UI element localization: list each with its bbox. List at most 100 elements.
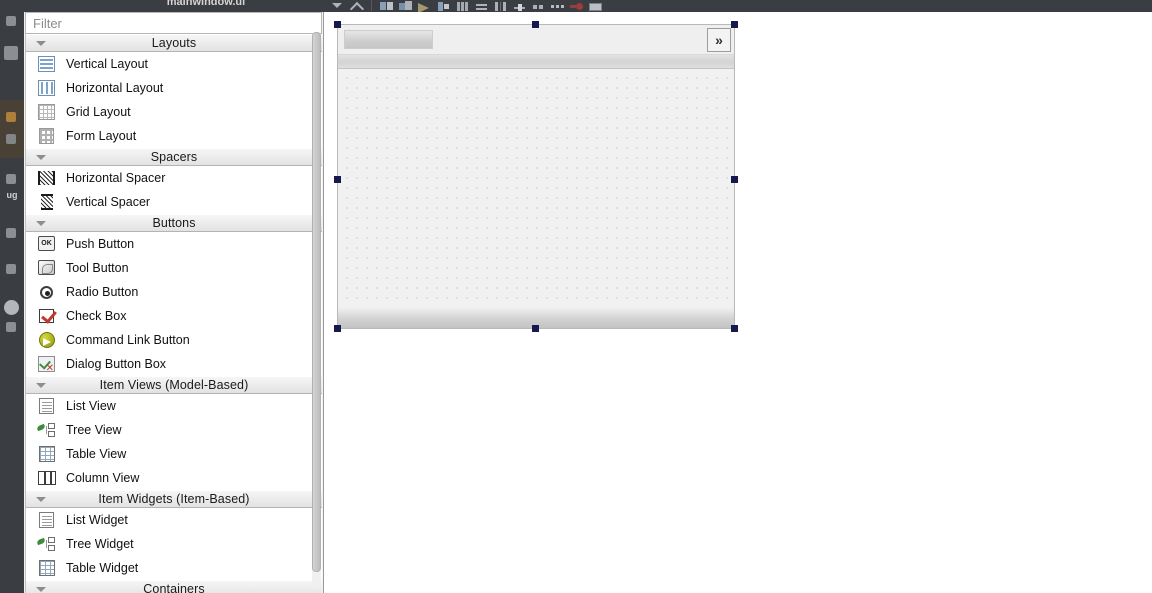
resize-handle-bottom-right[interactable] — [731, 325, 738, 332]
widget-group-label: Layouts — [151, 36, 197, 50]
tree-view-icon — [35, 421, 57, 439]
edit-tab-order-icon[interactable] — [436, 0, 451, 12]
widget-group-label: Buttons — [152, 216, 196, 230]
widget-item-check-box[interactable]: Check Box — [26, 304, 322, 328]
widget-group-header-containers[interactable]: Containers — [26, 580, 322, 593]
mode-item-label: ug — [6, 190, 18, 200]
widget-item-column-view[interactable]: Column View — [26, 466, 322, 490]
widget-list-scrollbar[interactable] — [312, 32, 321, 588]
widget-list[interactable]: Layouts Vertical Layout Horizontal Layout G… — [25, 34, 322, 593]
mode-item-run[interactable] — [0, 298, 24, 342]
widget-item-push-button[interactable]: OK Push Button — [26, 232, 322, 256]
widget-item-label: List Widget — [66, 513, 128, 527]
layout-in-form-icon[interactable] — [512, 0, 527, 12]
layout-vertically-icon[interactable] — [474, 0, 489, 12]
command-link-button-icon — [35, 331, 57, 349]
resize-handle-top-center[interactable] — [532, 21, 539, 28]
widget-item-horizontal-spacer[interactable]: Horizontal Spacer — [26, 166, 322, 190]
edit-widgets-icon[interactable] — [379, 0, 394, 12]
chevron-down-icon — [36, 41, 46, 46]
widget-item-label: Horizontal Spacer — [66, 171, 166, 185]
resize-handle-bottom-left[interactable] — [334, 325, 341, 332]
chevron-down-icon — [36, 497, 46, 502]
edit-icon — [4, 46, 18, 60]
mode-item-design[interactable] — [0, 100, 24, 158]
chevron-down-icon — [36, 155, 46, 160]
widget-item-table-view[interactable]: Table View — [26, 442, 322, 466]
widget-item-grid-layout[interactable]: Grid Layout — [26, 100, 322, 124]
vertical-spacer-icon — [35, 193, 57, 211]
chevron-up-icon[interactable] — [349, 0, 364, 12]
chevron-down-icon — [36, 221, 46, 226]
resize-handle-bottom-center[interactable] — [532, 325, 539, 332]
preview-icon[interactable] — [588, 0, 603, 12]
scrollbar-thumb[interactable] — [312, 32, 321, 572]
widget-group-header-spacers[interactable]: Spacers — [26, 148, 322, 166]
radio-button-icon — [35, 283, 57, 301]
break-layout-icon[interactable] — [550, 0, 565, 12]
form-editor-canvas[interactable]: » — [324, 12, 1152, 593]
toolbar-drag-handle[interactable] — [344, 30, 433, 49]
check-box-icon — [35, 307, 57, 325]
widget-group-header-item-widgets[interactable]: Item Widgets (Item-Based) — [26, 490, 322, 508]
form-central-widget[interactable] — [338, 69, 734, 308]
widget-item-dialog-button-box[interactable]: Dialog Button Box — [26, 352, 322, 376]
table-view-icon — [35, 445, 57, 463]
widget-box-panel: Filter Layouts Vertical Layout Horizontal … — [24, 12, 324, 593]
debug-icon — [6, 174, 16, 184]
widget-group-header-item-views[interactable]: Item Views (Model-Based) — [26, 376, 322, 394]
widget-item-horizontal-layout[interactable]: Horizontal Layout — [26, 76, 322, 100]
widget-item-radio-button[interactable]: Radio Button — [26, 280, 322, 304]
widget-item-vertical-spacer[interactable]: Vertical Spacer — [26, 190, 322, 214]
form-menubar[interactable] — [338, 55, 734, 69]
widget-item-tree-view[interactable]: Tree View — [26, 418, 322, 442]
widget-item-label: List View — [66, 399, 116, 413]
resize-handle-top-left[interactable] — [334, 21, 341, 28]
widget-item-label: Tree Widget — [66, 537, 134, 551]
form-toolbar-icons — [330, 0, 603, 12]
widget-item-label: Dialog Button Box — [66, 357, 167, 371]
form-selection-wrapper: » — [334, 21, 738, 332]
projects-icon — [6, 228, 16, 238]
tool-button-icon — [35, 259, 57, 277]
widget-item-label: Tool Button — [66, 261, 129, 275]
layout-splitter-horizontal-icon[interactable] — [493, 0, 508, 12]
main-window-form[interactable]: » — [337, 24, 735, 329]
widget-item-list-view[interactable]: List View — [26, 394, 322, 418]
toolbar-extension-button[interactable]: » — [707, 28, 731, 52]
resize-handle-top-right[interactable] — [731, 21, 738, 28]
layout-grid-icon[interactable] — [531, 0, 546, 12]
widget-item-form-layout[interactable]: Form Layout — [26, 124, 322, 148]
run-sub-icon — [6, 322, 16, 332]
widget-item-table-widget[interactable]: Table Widget — [26, 556, 322, 580]
resize-handle-middle-left[interactable] — [334, 176, 341, 183]
run-icon — [4, 300, 19, 315]
mode-item-edit[interactable] — [0, 38, 24, 82]
mode-item-welcome[interactable] — [0, 12, 24, 36]
widget-group-header-layouts[interactable]: Layouts — [26, 34, 322, 52]
widget-item-list-widget[interactable]: List Widget — [26, 508, 322, 532]
filter-input[interactable]: Filter — [25, 12, 322, 34]
widget-item-label: Push Button — [66, 237, 135, 251]
table-widget-icon — [35, 559, 57, 577]
widget-group-header-buttons[interactable]: Buttons — [26, 214, 322, 232]
design-icon — [6, 112, 16, 122]
edit-buddies-icon[interactable] — [417, 0, 432, 12]
widget-item-label: Vertical Spacer — [66, 195, 151, 209]
widget-item-label: Radio Button — [66, 285, 139, 299]
edit-signals-slots-icon[interactable] — [398, 0, 413, 12]
horizontal-spacer-icon — [35, 169, 57, 187]
form-toolbar[interactable]: » — [338, 25, 734, 55]
widget-item-vertical-layout[interactable]: Vertical Layout — [26, 52, 322, 76]
tree-widget-icon — [35, 535, 57, 553]
widget-item-command-link-button[interactable]: Command Link Button — [26, 328, 322, 352]
widget-item-tree-widget[interactable]: Tree Widget — [26, 532, 322, 556]
layout-horizontally-icon[interactable] — [455, 0, 470, 12]
caret-down-icon[interactable] — [330, 0, 345, 12]
widget-item-tool-button[interactable]: Tool Button — [26, 256, 322, 280]
resize-handle-middle-right[interactable] — [731, 176, 738, 183]
mode-item-debug[interactable]: ug — [0, 170, 24, 214]
adjust-size-icon[interactable] — [569, 0, 584, 12]
form-layout-icon — [35, 127, 57, 145]
list-view-icon — [35, 397, 57, 415]
